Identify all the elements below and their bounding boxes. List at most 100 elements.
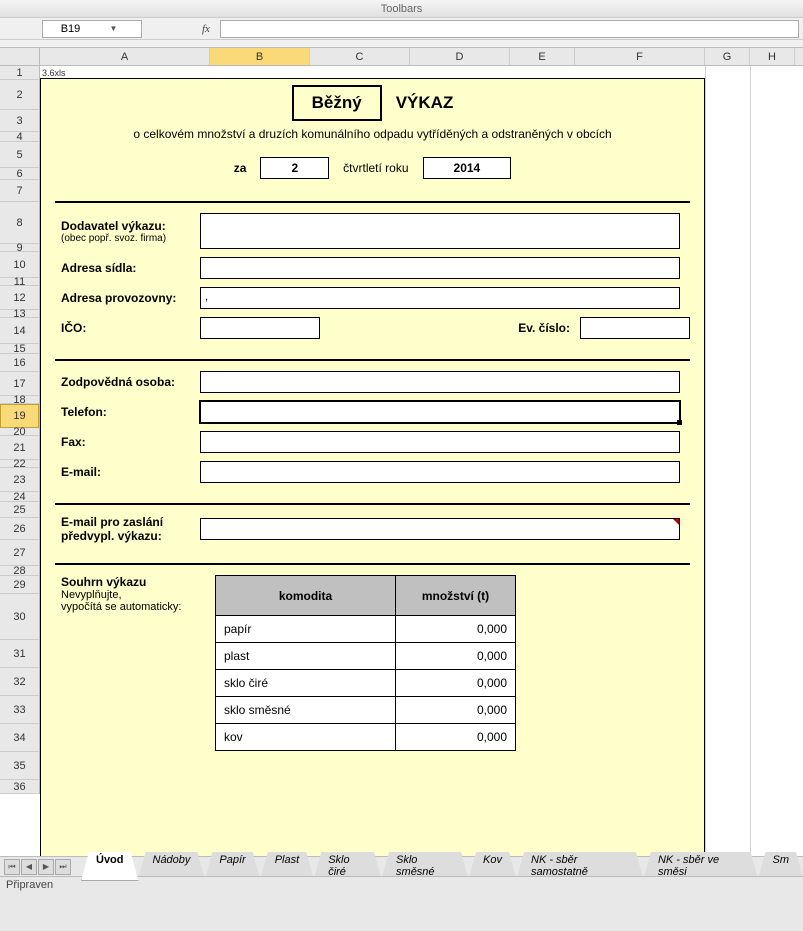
supplier-section: Dodavatel výkazu: (obec popř. svoz. firm… bbox=[55, 201, 690, 359]
fill-handle[interactable] bbox=[677, 420, 682, 425]
row-header-35[interactable]: 35 bbox=[0, 752, 39, 780]
row-header-19[interactable]: 19 bbox=[0, 404, 39, 428]
fx-icon[interactable]: fx bbox=[196, 23, 216, 35]
row-header-3[interactable]: 3 bbox=[0, 110, 39, 132]
summary-cell-komodita: kov bbox=[216, 724, 396, 751]
adresa-prov-label: Adresa provozovny: bbox=[55, 291, 200, 305]
row-header-9[interactable]: 9 bbox=[0, 244, 39, 252]
row-header-21[interactable]: 21 bbox=[0, 436, 39, 460]
row-header-33[interactable]: 33 bbox=[0, 696, 39, 724]
year-input[interactable]: 2014 bbox=[423, 157, 512, 179]
dodavatel-label: Dodavatel výkazu: (obec popř. svoz. firm… bbox=[55, 219, 200, 244]
spreadsheet-grid: ABCDEFGH 1234567891011121314151617181920… bbox=[0, 48, 803, 894]
column-header-B[interactable]: B bbox=[210, 48, 310, 65]
column-header-D[interactable]: D bbox=[410, 48, 510, 65]
row-header-23[interactable]: 23 bbox=[0, 468, 39, 492]
row-header-18[interactable]: 18 bbox=[0, 396, 39, 404]
row-header-4[interactable]: 4 bbox=[0, 132, 39, 142]
row-header-17[interactable]: 17 bbox=[0, 372, 39, 396]
tab-nav-first[interactable]: ⏮ bbox=[4, 859, 20, 875]
row-header-7[interactable]: 7 bbox=[0, 180, 39, 202]
chevron-down-icon[interactable]: ▼ bbox=[92, 24, 135, 33]
zodp-label: Zodpovědná osoba: bbox=[55, 375, 200, 389]
dodavatel-input[interactable] bbox=[200, 213, 680, 249]
telefon-input[interactable] bbox=[200, 401, 680, 423]
adresa-prov-input[interactable]: , bbox=[200, 287, 680, 309]
row-header-34[interactable]: 34 bbox=[0, 724, 39, 752]
comment-indicator-icon bbox=[673, 519, 679, 525]
email-label: E-mail: bbox=[55, 465, 200, 479]
row-header-20[interactable]: 20 bbox=[0, 428, 39, 436]
summary-table: komodita množství (t) papír0,000plast0,0… bbox=[215, 575, 516, 751]
column-header-E[interactable]: E bbox=[510, 48, 575, 65]
summary-cell-mnozstvi: 0,000 bbox=[396, 643, 516, 670]
row-header-8[interactable]: 8 bbox=[0, 202, 39, 244]
summary-cell-komodita: papír bbox=[216, 616, 396, 643]
quarter-input[interactable]: 2 bbox=[260, 157, 329, 179]
ev-cislo-input[interactable] bbox=[580, 317, 690, 339]
tab-nav-prev[interactable]: ◀ bbox=[21, 859, 37, 875]
row-header-22[interactable]: 22 bbox=[0, 460, 39, 468]
row-header-28[interactable]: 28 bbox=[0, 566, 39, 576]
email-input[interactable] bbox=[200, 461, 680, 483]
row-header-27[interactable]: 27 bbox=[0, 540, 39, 566]
select-all-corner[interactable] bbox=[0, 48, 40, 66]
summary-cell-mnozstvi: 0,000 bbox=[396, 697, 516, 724]
fax-input[interactable] bbox=[200, 431, 680, 453]
column-header-H[interactable]: H bbox=[750, 48, 795, 65]
zodp-input[interactable] bbox=[200, 371, 680, 393]
contact-section: Zodpovědná osoba: Telefon: Fax: bbox=[55, 359, 690, 503]
email-zaslani-input[interactable] bbox=[200, 518, 680, 540]
column-header-A[interactable]: A bbox=[40, 48, 210, 65]
row-header-1[interactable]: 1 bbox=[0, 66, 39, 80]
adresa-sidla-label: Adresa sídla: bbox=[55, 261, 200, 275]
row-header-15[interactable]: 15 bbox=[0, 344, 39, 354]
tab-nav-next[interactable]: ▶ bbox=[38, 859, 54, 875]
sheet-tabs-bar: ⏮ ◀ ▶ ⏭ ÚvodNádobyPapírPlastSklo čiréSkl… bbox=[0, 856, 803, 876]
summary-row: sklo směsné0,000 bbox=[216, 697, 516, 724]
toolbar-spacer bbox=[0, 40, 803, 48]
ico-input[interactable] bbox=[200, 317, 320, 339]
row-header-2[interactable]: 2 bbox=[0, 80, 39, 110]
report-title: VÝKAZ bbox=[396, 93, 454, 113]
za-label: za bbox=[234, 161, 247, 175]
summary-cell-mnozstvi: 0,000 bbox=[396, 724, 516, 751]
row-header-14[interactable]: 14 bbox=[0, 318, 39, 344]
row-header-6[interactable]: 6 bbox=[0, 168, 39, 180]
row-header-36[interactable]: 36 bbox=[0, 780, 39, 794]
summary-cell-komodita: sklo směsné bbox=[216, 697, 396, 724]
row-header-10[interactable]: 10 bbox=[0, 252, 39, 278]
formula-bar: B19 ▼ fx bbox=[0, 18, 803, 40]
row-header-16[interactable]: 16 bbox=[0, 354, 39, 372]
ev-cislo-label: Ev. číslo: bbox=[518, 321, 570, 335]
column-header-C[interactable]: C bbox=[310, 48, 410, 65]
sheet-body[interactable]: 3.6xls Běžný VÝKAZ o celkovém množství a… bbox=[40, 66, 803, 894]
tab-nav-last[interactable]: ⏭ bbox=[55, 859, 71, 875]
summary-cell-mnozstvi: 0,000 bbox=[396, 670, 516, 697]
window-titlebar: Toolbars bbox=[0, 0, 803, 18]
adresa-sidla-input[interactable] bbox=[200, 257, 680, 279]
row-header-30[interactable]: 30 bbox=[0, 594, 39, 640]
name-box[interactable]: B19 ▼ bbox=[42, 20, 142, 38]
sheet-tab[interactable]: Úvod bbox=[81, 852, 139, 881]
summary-col-komodita: komodita bbox=[216, 576, 396, 616]
row-header-25[interactable]: 25 bbox=[0, 502, 39, 518]
row-header-5[interactable]: 5 bbox=[0, 142, 39, 168]
row-header-31[interactable]: 31 bbox=[0, 640, 39, 668]
form-area: Běžný VÝKAZ o celkovém množství a druzíc… bbox=[40, 78, 705, 894]
row-header-12[interactable]: 12 bbox=[0, 286, 39, 310]
prefill-email-section: E-mail pro zaslání předvypl. výkazu: bbox=[55, 503, 690, 563]
row-header-32[interactable]: 32 bbox=[0, 668, 39, 696]
row-header-29[interactable]: 29 bbox=[0, 576, 39, 594]
row-header-13[interactable]: 13 bbox=[0, 310, 39, 318]
column-header-G[interactable]: G bbox=[705, 48, 750, 65]
column-header-F[interactable]: F bbox=[575, 48, 705, 65]
row-header-26[interactable]: 26 bbox=[0, 518, 39, 540]
quarter-label: čtvrtletí roku bbox=[343, 161, 408, 175]
summary-cell-mnozstvi: 0,000 bbox=[396, 616, 516, 643]
row-header-11[interactable]: 11 bbox=[0, 278, 39, 286]
row-header-24[interactable]: 24 bbox=[0, 492, 39, 502]
formula-input[interactable] bbox=[220, 20, 799, 38]
row-headers: 1234567891011121314151617181920212223242… bbox=[0, 66, 40, 794]
version-label: 3.6xls bbox=[40, 66, 803, 78]
